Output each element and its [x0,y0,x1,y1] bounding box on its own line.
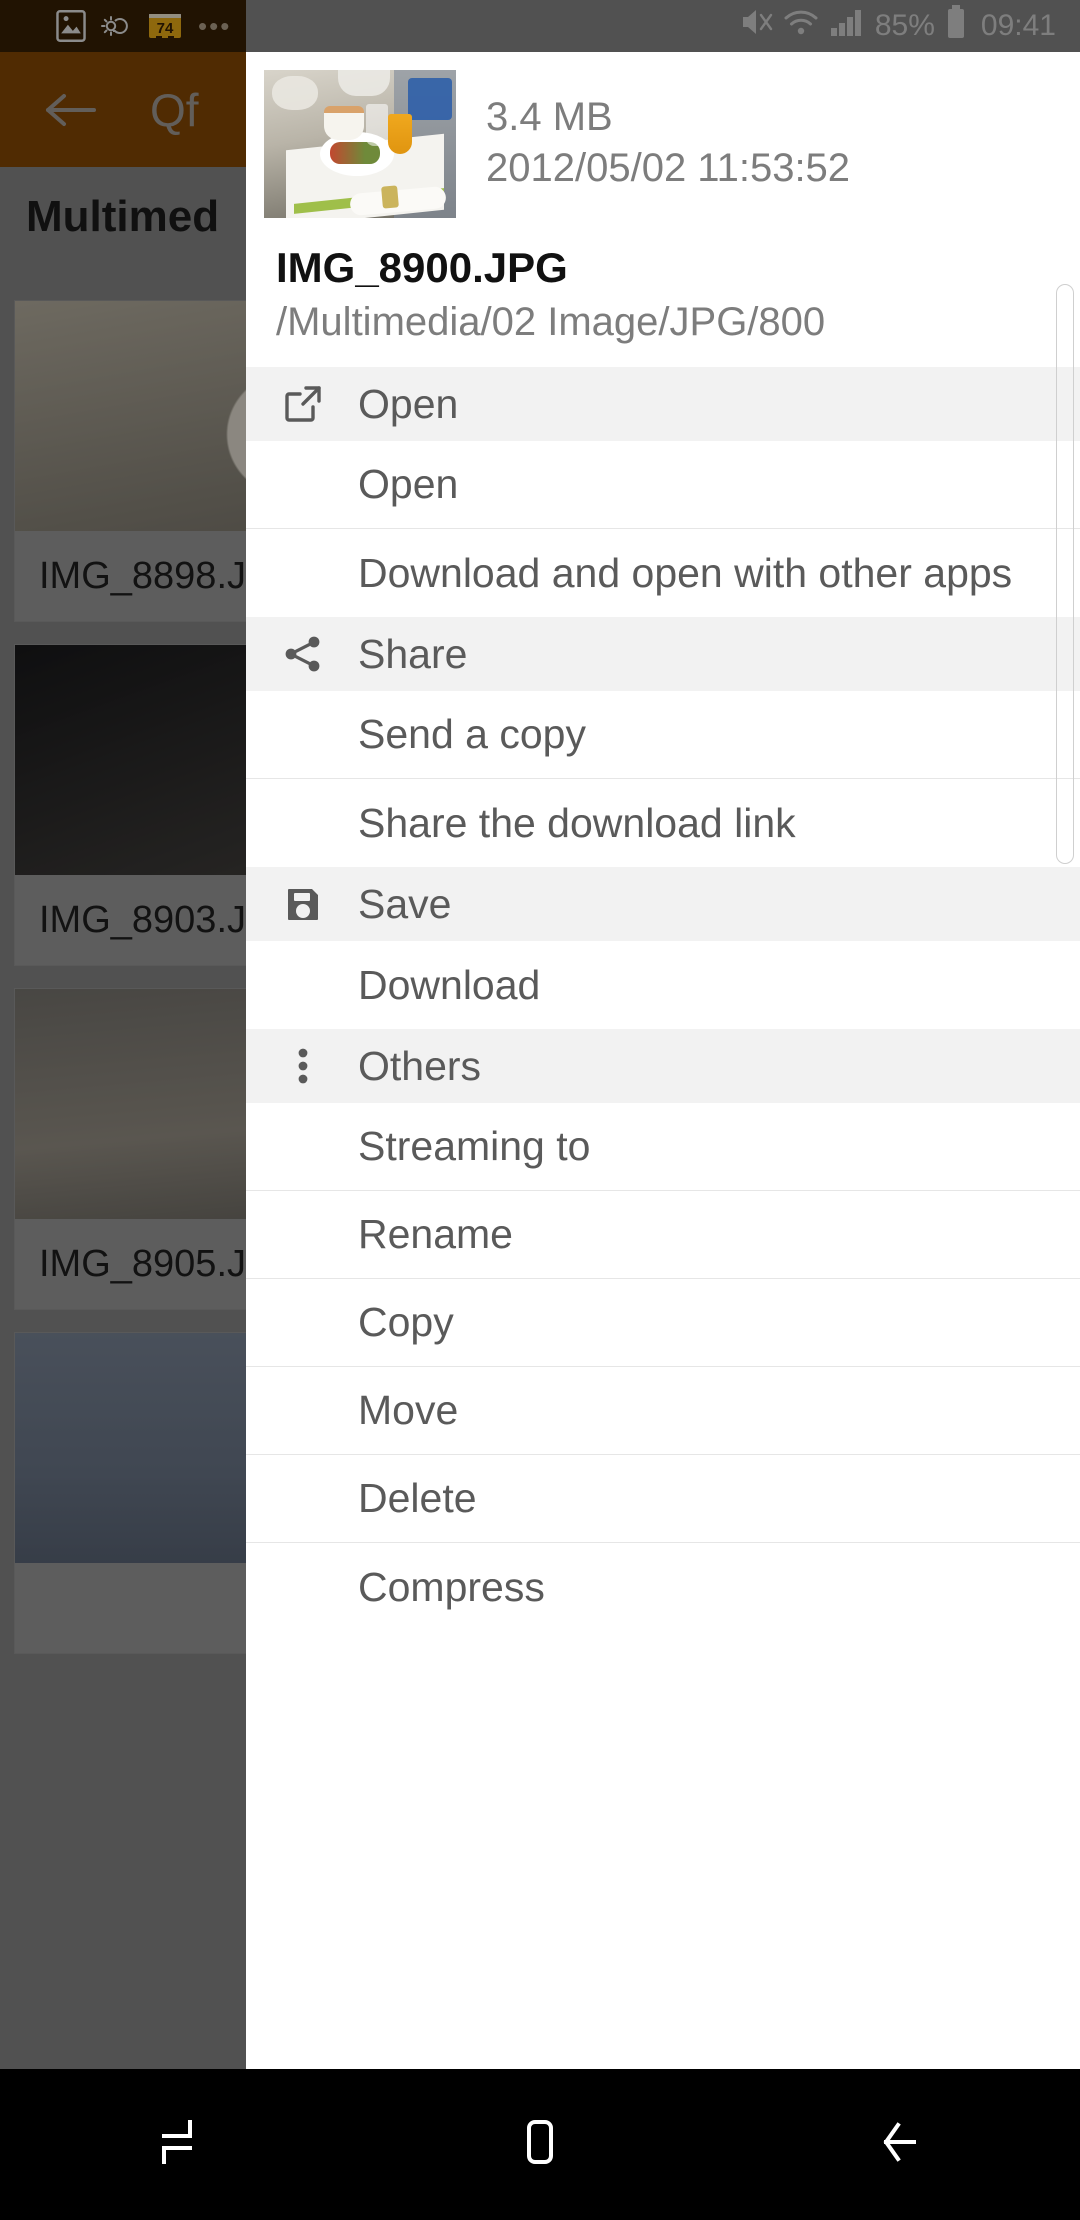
menu-section-label: Share [358,631,467,678]
menu-section-header-save: Save [246,867,1080,941]
file-size: 3.4 MB [486,92,850,143]
file-info-header: 3.4 MB 2012/05/02 11:53:52 IMG_8900.JPG … [246,52,1080,345]
menu-section-label: Others [358,1043,481,1090]
home-icon [510,2112,570,2177]
recents-button[interactable] [95,2069,265,2220]
file-thumbnail [264,70,456,218]
back-icon [870,2112,930,2177]
file-context-menu: 3.4 MB 2012/05/02 11:53:52 IMG_8900.JPG … [246,52,1080,2069]
menu-section-header-share: Share [246,617,1080,691]
menu-list: Open Open Download and open with other a… [246,367,1080,1631]
menu-section-label: Save [358,881,451,928]
system-navigation-bar [0,2069,1080,2220]
more-vertical-icon [276,1045,330,1087]
menu-item-send-a-copy[interactable]: Send a copy [246,691,1080,779]
file-path: /Multimedia/02 Image/JPG/800 [276,300,1080,345]
menu-item-download[interactable]: Download [246,941,1080,1029]
menu-section-header-open: Open [246,367,1080,441]
back-button[interactable] [815,2069,985,2220]
external-link-icon [276,383,330,425]
menu-item-open[interactable]: Open [246,441,1080,529]
floppy-disk-icon [276,883,330,925]
file-date: 2012/05/02 11:53:52 [486,143,850,194]
menu-item-copy[interactable]: Copy [246,1279,1080,1367]
recents-icon [150,2112,210,2177]
menu-item-delete[interactable]: Delete [246,1455,1080,1543]
menu-item-download-and-open-with-other-apps[interactable]: Download and open with other apps [246,529,1080,617]
menu-section-label: Open [358,381,458,428]
share-icon [276,633,330,675]
menu-item-move[interactable]: Move [246,1367,1080,1455]
menu-scrollbar[interactable] [1056,284,1074,864]
menu-item-compress[interactable]: Compress [246,1543,1080,1631]
home-button[interactable] [455,2069,625,2220]
menu-item-share-the-download-link[interactable]: Share the download link [246,779,1080,867]
menu-section-header-others: Others [246,1029,1080,1103]
screen: 74 ••• [0,0,1080,2220]
menu-item-streaming-to[interactable]: Streaming to [246,1103,1080,1191]
file-name: IMG_8900.JPG [276,244,1080,292]
menu-item-rename[interactable]: Rename [246,1191,1080,1279]
